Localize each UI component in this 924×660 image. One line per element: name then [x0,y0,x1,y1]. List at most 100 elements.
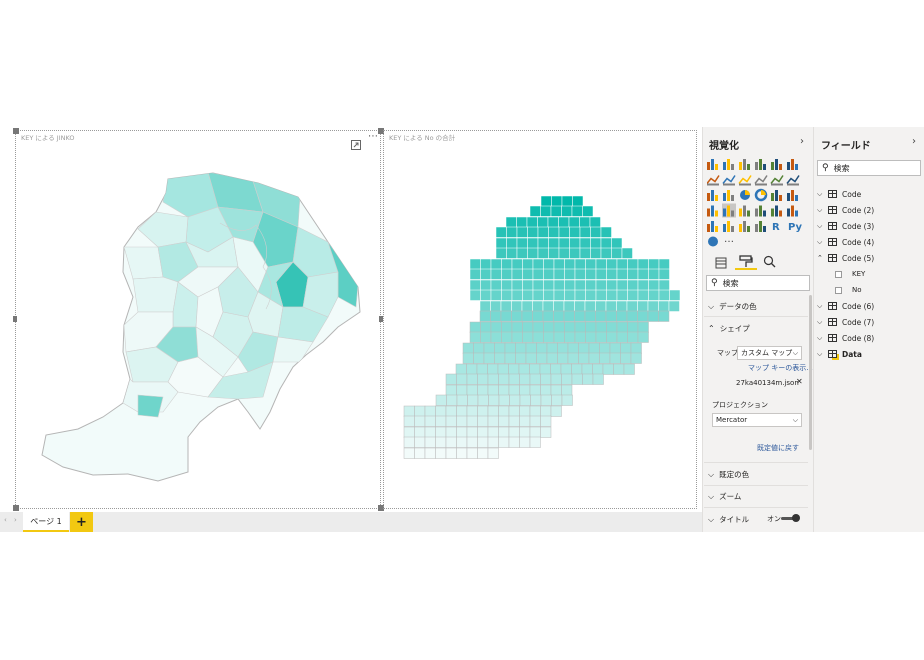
waterfall-chart-icon[interactable] [707,190,718,201]
viz-search-input[interactable]: ⚲ 検索 [706,275,810,291]
grid-tile [585,258,597,270]
donut-chart-icon[interactable] [754,188,768,202]
field-table-label: Code [842,189,862,199]
field-checkbox[interactable] [835,286,842,294]
line-stacked-column-chart-icon[interactable] [770,175,784,186]
grid-tile [477,426,489,438]
grid-tile [543,258,555,270]
kpi-icon[interactable] [707,221,718,232]
resize-handle-left[interactable] [13,316,17,322]
slicer-icon[interactable] [723,221,734,232]
clustered-bar-chart-icon[interactable] [739,159,750,170]
field-table-code-3[interactable]: ⌵ Code (3) [817,218,921,234]
line-column-chart-icon[interactable] [754,175,768,186]
grid-tile [466,384,478,396]
scroll-left-icon[interactable]: ‹ [4,516,7,524]
matrix-icon[interactable] [755,221,766,232]
grid-tile [627,321,639,333]
reset-to-default-link[interactable]: 既定値に戻す [757,443,799,453]
focus-mode-icon[interactable] [351,135,361,150]
resize-handle-top-left[interactable] [13,128,19,134]
field-item-key[interactable]: KEY [817,266,921,282]
grid-tile [525,342,537,354]
more-options-icon[interactable]: ⋯ [368,131,378,142]
r-visual-icon[interactable]: R [772,222,780,233]
scatter-chart-icon[interactable] [723,190,734,201]
stacked-column-chart-icon[interactable] [723,159,734,170]
field-table-code-6[interactable]: ⌵ Code (6) [817,298,921,314]
pie-chart-icon[interactable] [740,190,750,200]
shape-map-icon[interactable] [722,203,736,218]
100-column-chart-icon[interactable] [787,159,798,170]
clustered-column-chart-icon[interactable] [755,159,766,170]
funnel-icon[interactable] [739,205,750,217]
grid-tile [529,363,541,375]
field-item-no[interactable]: No [817,282,921,298]
page-tab-1[interactable]: ページ 1 [23,512,69,532]
section-data-colors[interactable]: ⌵ データの色 [708,301,757,312]
map-keys-link[interactable]: マップ キーの表示... [748,363,813,373]
visual-type-icons[interactable]: R Py [706,158,807,250]
area-chart-icon[interactable] [722,175,736,186]
grid-map-visual[interactable]: KEY による No の合計 [383,130,697,509]
table-icon [828,238,837,246]
collapse-fields-pane-icon[interactable]: › [912,136,916,147]
search-icon: ⚲ [711,278,718,288]
field-table-code[interactable]: ⌵ Code [817,186,921,202]
grid-tile [498,426,510,438]
field-checkbox[interactable] [835,270,842,278]
fields-search-input[interactable]: ⚲ 検索 [817,160,921,176]
title-toggle-switch[interactable] [781,514,800,522]
section-zoom[interactable]: ⌵ ズーム [708,491,741,502]
grid-tile [532,279,544,291]
projection-dropdown[interactable]: Mercator ⌵ [712,413,802,427]
map-type-dropdown[interactable]: カスタム マップ ⌵ [737,346,802,360]
add-page-button[interactable]: + [70,512,93,532]
grid-tile [480,331,492,343]
field-table-code-8[interactable]: ⌵ Code (8) [817,330,921,346]
resize-handle-bottom-left[interactable] [13,505,19,511]
ribbon-chart-icon[interactable] [786,175,800,186]
field-table-data[interactable]: ⌵ Data [817,346,921,362]
section-shape[interactable]: ⌃ シェイプ [708,323,750,334]
field-table-code-4[interactable]: ⌵ Code (4) [817,234,921,250]
100-bar-chart-icon[interactable] [771,159,782,170]
grid-tile [588,352,600,364]
grid-tile [487,384,499,396]
grid-tile [590,237,602,249]
table-icon[interactable] [739,221,750,232]
globe-visual-icon[interactable] [708,236,718,247]
stacked-area-chart-icon[interactable] [738,175,752,186]
fields-tab-icon[interactable] [715,254,727,273]
filled-map-visual[interactable]: KEY による JINKO ⋯ [13,128,384,511]
analytics-magnifier-icon[interactable] [763,253,776,272]
scroll-right-icon[interactable]: › [14,516,17,524]
multi-row-card-icon[interactable] [787,205,798,217]
python-visual-icon[interactable]: Py [788,222,803,233]
line-chart-icon[interactable] [706,175,720,186]
collapse-viz-pane-icon[interactable]: › [800,136,804,147]
gauge-icon[interactable] [755,205,766,217]
treemap-icon[interactable] [771,190,782,201]
grid-tile [529,373,541,385]
map-icon[interactable] [787,190,798,201]
remove-file-close-icon[interactable]: ✕ [796,377,803,386]
field-table-code-5[interactable]: ⌃ Code (5) [817,250,921,266]
grid-tile [508,436,520,448]
field-table-code-2[interactable]: ⌵ Code (2) [817,202,921,218]
fields-pane-title: フィールド [821,141,871,152]
section-title[interactable]: ⌵ タイトル [708,514,749,525]
grid-tile [553,268,565,280]
table-icon [828,318,837,326]
stacked-bar-chart-icon[interactable] [707,159,718,170]
grid-tile [582,205,594,217]
field-table-code-7[interactable]: ⌵ Code (7) [817,314,921,330]
more-visuals-icon[interactable]: … [724,234,734,245]
pane-scrollbar[interactable] [809,295,812,450]
section-default-color[interactable]: ⌵ 既定の色 [708,469,749,480]
card-icon[interactable] [771,205,782,217]
section-label: 既定の色 [719,470,750,479]
filled-map-icon[interactable] [707,205,718,217]
grid-tile [495,247,507,259]
grid-tile [553,289,565,301]
